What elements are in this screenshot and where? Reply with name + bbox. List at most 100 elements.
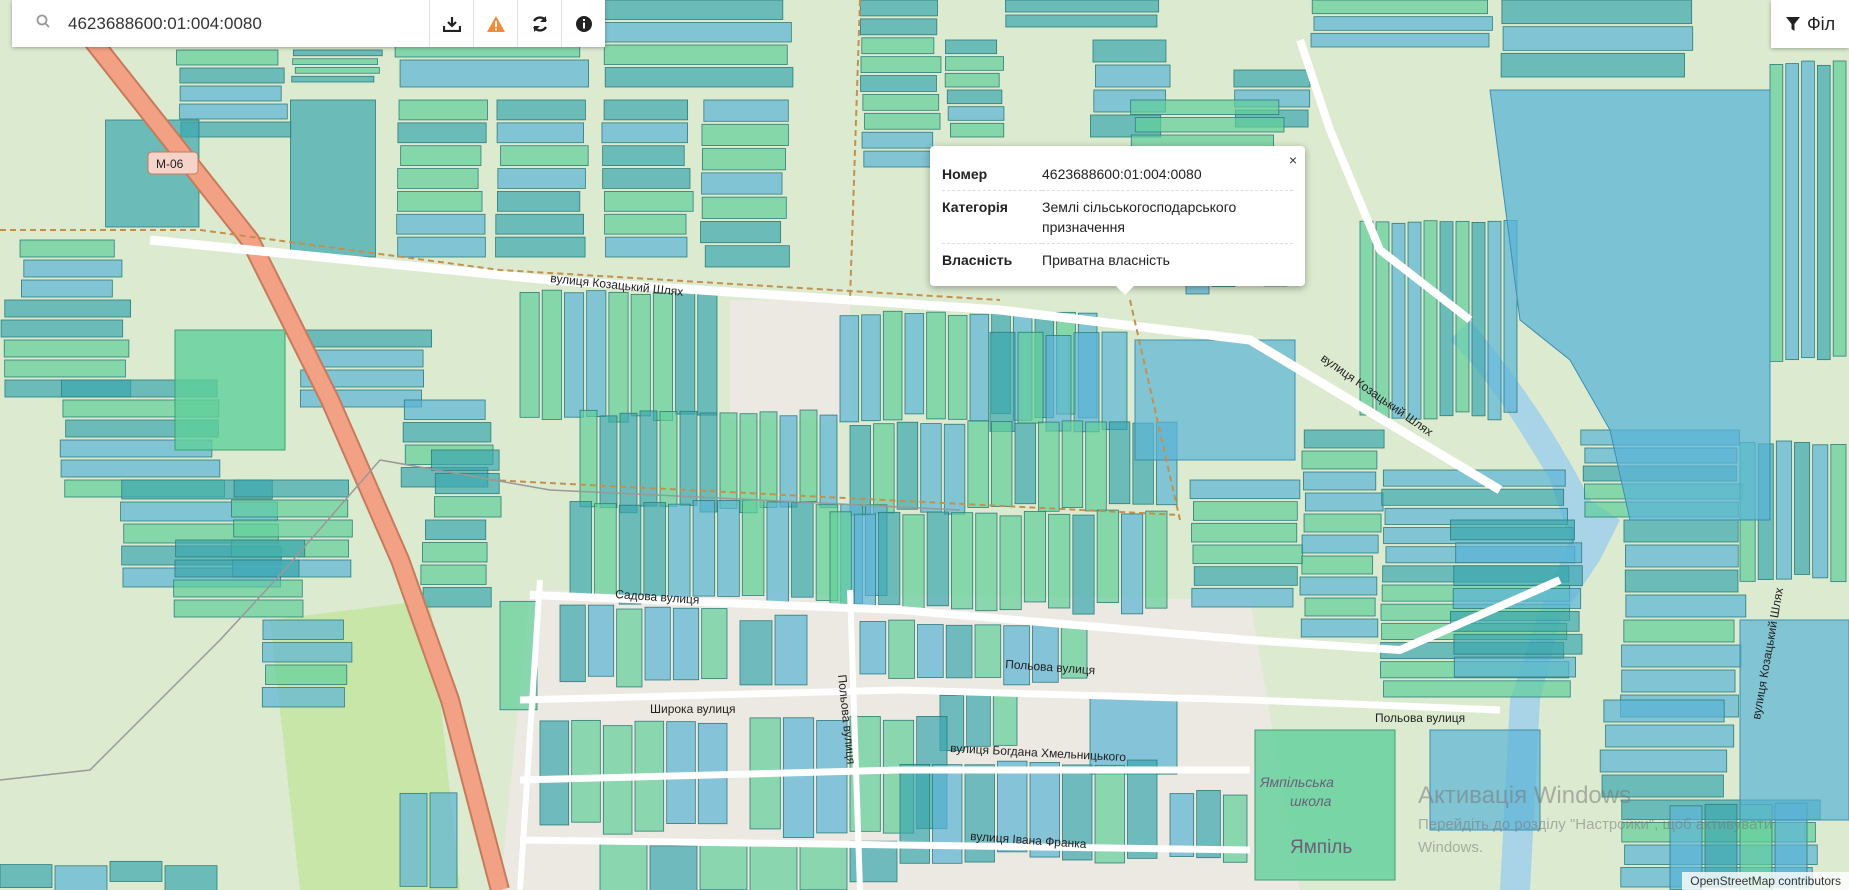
land-parcel[interactable] xyxy=(1455,542,1583,564)
land-parcel[interactable] xyxy=(602,168,691,189)
land-parcel[interactable] xyxy=(54,865,108,890)
land-parcel[interactable] xyxy=(4,299,132,318)
land-parcel[interactable] xyxy=(175,539,306,558)
warning-button[interactable] xyxy=(473,0,517,47)
land-parcel[interactable] xyxy=(739,620,773,686)
land-parcel[interactable] xyxy=(668,503,691,603)
land-parcel[interactable] xyxy=(19,239,115,258)
land-parcel[interactable] xyxy=(1407,221,1422,420)
land-parcel[interactable] xyxy=(1500,52,1685,78)
close-icon[interactable]: × xyxy=(1289,152,1297,168)
land-parcel[interactable] xyxy=(839,315,860,423)
land-parcel[interactable] xyxy=(975,512,998,612)
land-parcel[interactable] xyxy=(599,841,648,890)
land-parcel[interactable] xyxy=(859,18,938,36)
land-parcel[interactable] xyxy=(21,279,113,298)
land-parcel[interactable] xyxy=(1005,0,1160,13)
land-parcel[interactable] xyxy=(1303,429,1385,449)
land-parcel[interactable] xyxy=(496,99,586,121)
land-parcel[interactable] xyxy=(878,511,901,605)
land-parcel[interactable] xyxy=(926,311,946,420)
land-parcel[interactable] xyxy=(701,608,728,680)
land-parcel[interactable] xyxy=(179,103,288,120)
land-parcel[interactable] xyxy=(541,289,562,420)
land-parcel[interactable] xyxy=(604,67,794,88)
land-parcel[interactable] xyxy=(951,512,974,610)
land-parcel[interactable] xyxy=(619,412,638,514)
land-parcel[interactable] xyxy=(741,499,765,596)
info-button[interactable] xyxy=(561,0,605,47)
land-parcel[interactable] xyxy=(1785,63,1800,361)
land-parcel[interactable] xyxy=(945,624,973,679)
land-parcel[interactable] xyxy=(1014,422,1036,505)
land-parcel[interactable] xyxy=(853,513,876,606)
land-parcel[interactable] xyxy=(1304,492,1384,512)
land-parcel[interactable] xyxy=(1624,569,1739,593)
land-parcel[interactable] xyxy=(864,112,941,130)
land-parcel[interactable] xyxy=(109,860,163,882)
land-parcel[interactable] xyxy=(967,420,989,508)
land-parcel[interactable] xyxy=(292,49,383,57)
land-parcel[interactable] xyxy=(1487,220,1502,421)
land-parcel[interactable] xyxy=(495,213,584,235)
land-parcel[interactable] xyxy=(402,422,492,443)
land-parcel[interactable] xyxy=(1383,680,1571,698)
search-input[interactable] xyxy=(66,12,410,35)
land-parcel[interactable] xyxy=(739,413,758,514)
land-parcel[interactable] xyxy=(630,293,651,417)
land-parcel[interactable] xyxy=(1301,450,1378,470)
land-parcel[interactable] xyxy=(261,687,345,708)
land-parcel[interactable] xyxy=(604,191,694,212)
land-parcel[interactable] xyxy=(1191,587,1294,608)
land-parcel[interactable] xyxy=(233,519,353,538)
land-parcel[interactable] xyxy=(860,56,942,73)
land-parcel[interactable] xyxy=(500,145,589,166)
land-parcel[interactable] xyxy=(434,472,500,495)
land-parcel[interactable] xyxy=(290,99,376,258)
land-parcel[interactable] xyxy=(601,122,688,144)
land-parcel[interactable] xyxy=(947,106,1005,121)
land-parcel[interactable] xyxy=(1017,331,1044,424)
land-parcel[interactable] xyxy=(1623,519,1739,543)
land-parcel[interactable] xyxy=(945,39,998,55)
land-parcel[interactable] xyxy=(303,329,433,348)
land-parcel[interactable] xyxy=(704,245,790,268)
land-parcel[interactable] xyxy=(1817,64,1831,361)
land-parcel[interactable] xyxy=(882,310,903,421)
land-parcel[interactable] xyxy=(1453,565,1583,586)
land-parcel[interactable] xyxy=(422,587,492,608)
land-parcel[interactable] xyxy=(1830,443,1847,583)
land-parcel[interactable] xyxy=(564,292,585,418)
land-parcel[interactable] xyxy=(639,410,658,507)
land-parcel[interactable] xyxy=(1085,421,1107,512)
land-parcel[interactable] xyxy=(1300,618,1379,638)
land-parcel[interactable] xyxy=(1073,332,1100,433)
land-parcel[interactable] xyxy=(397,191,483,212)
download-button[interactable] xyxy=(429,0,473,47)
land-parcel[interactable] xyxy=(1625,544,1739,568)
land-parcel[interactable] xyxy=(422,542,488,563)
land-parcel[interactable] xyxy=(974,624,1002,678)
land-parcel[interactable] xyxy=(594,503,617,600)
land-parcel[interactable] xyxy=(1501,0,1693,25)
land-parcel[interactable] xyxy=(701,123,789,146)
land-parcel[interactable] xyxy=(1045,335,1072,432)
land-parcel[interactable] xyxy=(947,315,968,420)
land-parcel[interactable] xyxy=(603,44,788,65)
land-parcel[interactable] xyxy=(0,864,53,888)
land-parcel[interactable] xyxy=(1101,331,1128,430)
land-parcel[interactable] xyxy=(861,131,934,149)
land-parcel[interactable] xyxy=(1108,421,1131,505)
land-parcel[interactable] xyxy=(1061,420,1084,508)
land-parcel[interactable] xyxy=(1453,633,1583,655)
land-parcel[interactable] xyxy=(603,99,689,121)
land-parcel[interactable] xyxy=(791,502,814,598)
land-parcel[interactable] xyxy=(291,75,375,83)
land-parcel[interactable] xyxy=(1471,222,1486,417)
land-parcel[interactable] xyxy=(782,717,815,838)
land-parcel[interactable] xyxy=(766,501,789,603)
land-parcel[interactable] xyxy=(701,148,786,171)
land-parcel[interactable] xyxy=(1023,511,1046,603)
land-parcel[interactable] xyxy=(587,604,615,677)
land-parcel[interactable] xyxy=(1121,513,1144,615)
